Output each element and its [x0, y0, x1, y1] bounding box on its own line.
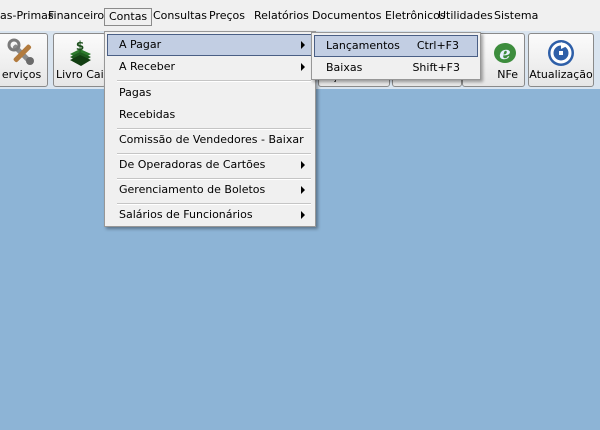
- menu-financeiro[interactable]: Financeiro: [46, 8, 106, 26]
- menu-contas[interactable]: Contas: [104, 8, 153, 26]
- baixas-shortcut: Shift+F3: [412, 61, 460, 74]
- boletos-label: Gerenciamento de Boletos: [119, 183, 266, 196]
- lancamentos-label: Lançamentos: [326, 39, 400, 52]
- nfe-icon: e: [493, 43, 516, 64]
- submenu-arrow-icon: [301, 63, 305, 71]
- menu-bar: as-Primas Financeiro Contas Consultas Pr…: [0, 0, 600, 32]
- operadoras-label: De Operadoras de Cartões: [119, 158, 266, 171]
- money-book-icon: $: [69, 39, 91, 66]
- svg-text:$: $: [75, 39, 83, 53]
- contas-menu: A Pagar A Receber Pagas Recebidas Comiss…: [104, 31, 316, 227]
- atualizacao-button[interactable]: Atualização: [528, 33, 594, 87]
- menu-utilidades[interactable]: Utilidades: [436, 8, 495, 26]
- update-icon: [548, 40, 574, 66]
- servicos-label: erviços: [1, 68, 42, 81]
- baixas-label: Baixas: [326, 61, 363, 74]
- pagas-label: Pagas: [119, 86, 152, 99]
- menu-sistema[interactable]: Sistema: [492, 8, 540, 26]
- tools-icon: [7, 38, 34, 65]
- lancamentos-shortcut: Ctrl+F3: [416, 39, 459, 52]
- a-pagar-submenu: Lançamentos Ctrl+F3 Baixas Shift+F3: [311, 32, 481, 80]
- submenu-arrow-icon: [301, 161, 305, 169]
- atualizacao-label: Atualização: [529, 68, 593, 81]
- menu-item-recebidas[interactable]: Recebidas: [107, 104, 313, 126]
- menu-item-a-pagar[interactable]: A Pagar: [107, 34, 313, 56]
- servicos-button[interactable]: erviços: [0, 33, 48, 87]
- recebidas-label: Recebidas: [119, 108, 176, 121]
- a-receber-label: A Receber: [119, 60, 176, 73]
- menu-item-operadoras-cartoes[interactable]: De Operadoras de Cartões: [107, 154, 313, 176]
- menu-precos[interactable]: Preços: [207, 8, 247, 26]
- menu-documentos-eletronicos[interactable]: Documentos Eletrônicos: [310, 8, 448, 26]
- submenu-item-lancamentos[interactable]: Lançamentos Ctrl+F3: [314, 35, 478, 57]
- salarios-label: Salários de Funcionários: [119, 208, 253, 221]
- comissao-label: Comissão de Vendedores - Baixar: [119, 133, 304, 146]
- submenu-arrow-icon: [301, 211, 305, 219]
- menu-item-salarios-funcionarios[interactable]: Salários de Funcionários: [107, 204, 313, 226]
- submenu-arrow-icon: [301, 186, 305, 194]
- livro-caixa-label: Livro Caix: [56, 68, 105, 81]
- menu-item-gerenciamento-boletos[interactable]: Gerenciamento de Boletos: [107, 179, 313, 201]
- menu-item-pagas[interactable]: Pagas: [107, 82, 313, 104]
- submenu-item-baixas[interactable]: Baixas Shift+F3: [314, 57, 478, 79]
- a-pagar-label: A Pagar: [119, 38, 162, 51]
- menu-relatorios[interactable]: Relatórios: [252, 8, 311, 26]
- livro-caixa-button[interactable]: $ Livro Caix: [53, 33, 106, 87]
- svg-text:e: e: [499, 43, 510, 64]
- menu-item-a-receber[interactable]: A Receber: [107, 56, 313, 78]
- menu-consultas[interactable]: Consultas: [151, 8, 209, 26]
- submenu-arrow-icon: [301, 41, 305, 49]
- menu-item-comissao-vendedores[interactable]: Comissão de Vendedores - Baixar: [107, 129, 313, 151]
